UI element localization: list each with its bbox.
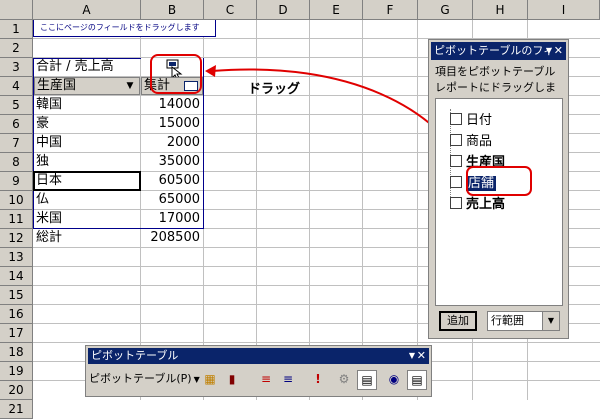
- add-button[interactable]: 追加: [439, 311, 477, 331]
- field-item-label: 日付: [466, 113, 493, 128]
- spreadsheet: A B C D E F G H I 1 2 3 4 5 6 7 8 9 10 1…: [0, 0, 600, 419]
- toolbar-menu-icon[interactable]: ▼: [409, 348, 415, 364]
- pivot-field-list-panel: ピボットテーブルのフィ ▼ ✕ 項目をピボットテーブル レポートにドラッグします…: [428, 39, 569, 339]
- field-setting-icon[interactable]: ◉: [385, 370, 403, 388]
- include-hidden-items-icon[interactable]: ▤: [357, 370, 377, 390]
- field-item[interactable]: 日付: [450, 109, 493, 128]
- field-item-icon: [450, 113, 462, 125]
- refresh-data-icon[interactable]: !: [309, 370, 327, 388]
- row-header-21[interactable]: 21: [0, 400, 33, 419]
- field-item-label: 商品: [466, 134, 493, 149]
- pivot-menu-button[interactable]: ピボットテーブル(P) ▼: [89, 370, 200, 388]
- close-icon[interactable]: ✕: [417, 348, 426, 364]
- show-detail-icon[interactable]: ≡: [279, 370, 297, 388]
- format-report-icon[interactable]: ▦: [201, 370, 219, 388]
- field-list-toggle-icon[interactable]: ▤: [407, 370, 427, 390]
- dropdown-arrow-icon[interactable]: ▼: [542, 312, 559, 330]
- toolbar-title-bar[interactable]: ピボットテーブル ▼ ✕: [88, 348, 429, 364]
- chart-wizard-icon[interactable]: ▮: [223, 370, 241, 388]
- panel-title-bar[interactable]: ピボットテーブルのフィ ▼ ✕: [431, 42, 566, 60]
- drag-label: ドラッグ: [248, 82, 301, 97]
- close-icon[interactable]: ✕: [554, 42, 563, 60]
- selected-field-highlight: [466, 166, 532, 196]
- hide-detail-icon[interactable]: ≡: [257, 370, 275, 388]
- pivot-menu-label: ピボットテーブル(P): [89, 372, 192, 385]
- field-item-icon: [450, 134, 462, 146]
- field-list-box: 日付 商品 生産国 店舗 売上高: [435, 98, 563, 306]
- toolbar-title: ピボットテーブル: [91, 349, 179, 362]
- pivot-toolbar: ピボットテーブル ▼ ✕ ピボットテーブル(P) ▼ ▦ ▮ ≡ ≡ ! ⚙ ▤ …: [85, 345, 432, 397]
- area-select-value: 行範囲: [491, 314, 524, 327]
- add-button-label: 追加: [447, 314, 469, 327]
- field-settings-icon[interactable]: ⚙: [335, 370, 353, 388]
- panel-title: ピボットテーブルのフィ: [434, 44, 555, 57]
- field-item-icon: [450, 176, 462, 188]
- field-item-icon: [450, 155, 462, 167]
- field-item-icon: [450, 197, 462, 209]
- field-item[interactable]: 商品: [450, 130, 493, 149]
- field-item-label: 売上高: [466, 197, 506, 212]
- area-select[interactable]: 行範囲 ▼: [487, 311, 560, 331]
- panel-menu-icon[interactable]: ▼: [546, 42, 552, 60]
- chevron-down-icon: ▼: [193, 375, 200, 384]
